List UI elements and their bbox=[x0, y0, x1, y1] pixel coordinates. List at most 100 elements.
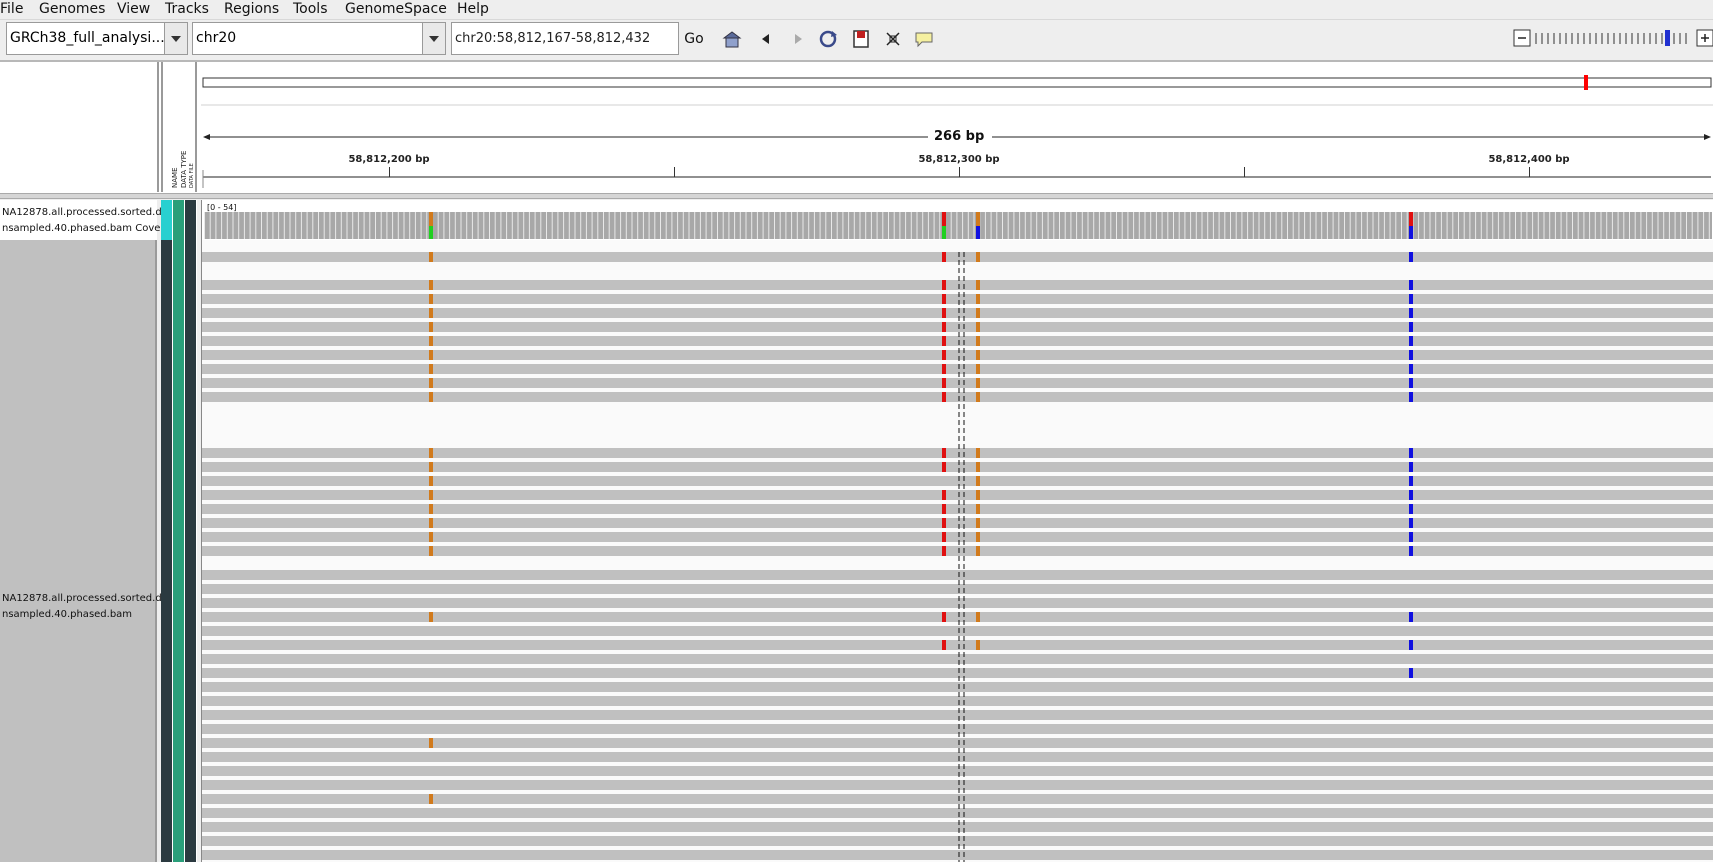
read-mismatch bbox=[942, 336, 946, 346]
attribute-panel bbox=[161, 200, 197, 862]
track-names-panel[interactable]: NA12878.all.processed.sorted.d nsampled.… bbox=[0, 200, 162, 862]
coverage-bin-sep bbox=[215, 212, 217, 239]
read-row bbox=[202, 392, 1713, 402]
read-mismatch bbox=[1409, 308, 1413, 318]
coverage-bin-sep bbox=[1007, 212, 1009, 239]
forward-icon[interactable] bbox=[788, 29, 808, 49]
menu-genomespace[interactable]: GenomeSpace bbox=[345, 1, 447, 17]
coverage-bin-sep bbox=[1594, 212, 1596, 239]
read-row bbox=[202, 532, 1713, 542]
home-icon[interactable] bbox=[722, 29, 742, 49]
ruler-panel[interactable]: 266 bp 58,812,200 bp 58,812,300 bp 58,81… bbox=[201, 62, 1713, 192]
read-mismatch bbox=[976, 476, 980, 486]
coverage-bin-sep bbox=[443, 212, 445, 239]
coverage-bin-sep bbox=[631, 212, 633, 239]
coverage-bin-sep bbox=[1361, 212, 1363, 239]
read-mismatch bbox=[1409, 448, 1413, 458]
coverage-bin-sep bbox=[1646, 212, 1648, 239]
coverage-bin-sep bbox=[466, 212, 468, 239]
menu-file[interactable]: File bbox=[0, 1, 23, 17]
read-mismatch bbox=[429, 336, 433, 346]
coverage-bin-sep bbox=[266, 212, 268, 239]
popup-info-icon[interactable] bbox=[914, 29, 934, 49]
attr-data-type-column[interactable] bbox=[173, 200, 184, 862]
read-mismatch bbox=[942, 612, 946, 622]
coverage-bin-sep bbox=[1532, 212, 1534, 239]
coverage-bin-sep bbox=[882, 212, 884, 239]
chevron-down-icon[interactable] bbox=[422, 23, 445, 54]
read-row bbox=[202, 294, 1713, 304]
coverage-bin-sep bbox=[637, 212, 639, 239]
locus-input[interactable] bbox=[451, 22, 679, 55]
attr-name-column[interactable] bbox=[161, 200, 172, 862]
coverage-bin-sep bbox=[238, 212, 240, 239]
go-button[interactable]: Go bbox=[682, 24, 706, 54]
zoom-slider[interactable] bbox=[1512, 28, 1713, 50]
coverage-bin-sep bbox=[1338, 212, 1340, 239]
resize-icon[interactable] bbox=[883, 29, 903, 49]
coverage-bin-sep bbox=[1241, 212, 1243, 239]
coverage-bin-sep bbox=[289, 212, 291, 239]
read-mismatch bbox=[1409, 280, 1413, 290]
menu-tools[interactable]: Tools bbox=[293, 1, 328, 17]
coverage-bin-sep bbox=[779, 212, 781, 239]
read-mismatch bbox=[976, 392, 980, 402]
read-mismatch bbox=[942, 378, 946, 388]
coverage-track-name-line2[interactable]: nsampled.40.phased.bam Cove bbox=[2, 221, 160, 237]
read-row bbox=[202, 640, 1713, 650]
coverage-bin-sep bbox=[1458, 212, 1459, 239]
attr-header-data-file[interactable]: DATA FILE bbox=[189, 163, 195, 188]
coverage-bin-sep bbox=[568, 212, 570, 239]
alignment-track-name-line2[interactable]: nsampled.40.phased.bam bbox=[2, 607, 132, 623]
menu-regions[interactable]: Regions bbox=[224, 1, 279, 17]
attr-data-file-column[interactable] bbox=[185, 200, 196, 862]
read-mismatch bbox=[429, 532, 433, 542]
panel-divider[interactable] bbox=[0, 193, 1713, 199]
coverage-bin-sep bbox=[1024, 212, 1026, 239]
coverage-bin-sep bbox=[939, 212, 941, 239]
menu-tracks[interactable]: Tracks bbox=[165, 1, 209, 17]
back-icon[interactable] bbox=[756, 29, 776, 49]
alignment-view[interactable] bbox=[202, 200, 1713, 862]
menu-help[interactable]: Help bbox=[457, 1, 489, 17]
chevron-down-icon[interactable] bbox=[164, 23, 187, 54]
coverage-bin-sep bbox=[1577, 212, 1579, 239]
coverage-allele-bar bbox=[942, 212, 946, 226]
coverage-bin-sep bbox=[1543, 212, 1545, 239]
coverage-bin-sep bbox=[306, 212, 308, 239]
coverage-bin-sep bbox=[1201, 212, 1203, 239]
menu-genomes[interactable]: Genomes bbox=[39, 1, 105, 17]
read-row bbox=[202, 322, 1713, 332]
read-row bbox=[202, 752, 1713, 762]
genome-select[interactable]: GRCh38_full_analysi... bbox=[6, 22, 188, 55]
coverage-bin-sep bbox=[340, 212, 342, 239]
coverage-bin-sep bbox=[1173, 212, 1174, 239]
read-mismatch bbox=[1409, 350, 1413, 360]
coverage-bin-sep bbox=[1258, 212, 1260, 239]
ideogram[interactable] bbox=[201, 62, 1713, 192]
attr-header-data-type[interactable]: DATA TYPE bbox=[180, 151, 188, 188]
coverage-bin-sep bbox=[1064, 212, 1066, 239]
coverage-bin-sep bbox=[1492, 212, 1494, 239]
coverage-bin-sep bbox=[1486, 212, 1488, 239]
refresh-icon[interactable] bbox=[818, 29, 838, 49]
coverage-bin-sep bbox=[927, 212, 929, 239]
ruler-tick bbox=[959, 167, 960, 177]
coverage-bin-sep bbox=[848, 212, 850, 239]
coverage-bin-sep bbox=[511, 212, 513, 239]
alignment-track-name-line1[interactable]: NA12878.all.processed.sorted.d bbox=[2, 591, 162, 607]
coverage-bin-sep bbox=[500, 212, 502, 239]
coverage-bin-sep bbox=[910, 212, 912, 239]
coverage-bin-sep bbox=[1440, 212, 1442, 239]
data-panel[interactable]: [0 - 54] bbox=[201, 200, 1713, 862]
read-mismatch bbox=[1409, 322, 1413, 332]
attr-header-name[interactable]: NAME bbox=[171, 168, 179, 189]
chromosome-select[interactable]: chr20 bbox=[192, 22, 446, 55]
menu-view[interactable]: View bbox=[117, 1, 150, 17]
coverage-bin-sep bbox=[660, 212, 661, 239]
read-mismatch bbox=[976, 350, 980, 360]
coverage-bin-sep bbox=[1515, 212, 1516, 239]
coverage-track-name-line1[interactable]: NA12878.all.processed.sorted.d bbox=[2, 205, 162, 221]
coverage-allele-bar bbox=[1409, 212, 1413, 226]
roi-icon[interactable] bbox=[851, 29, 871, 49]
